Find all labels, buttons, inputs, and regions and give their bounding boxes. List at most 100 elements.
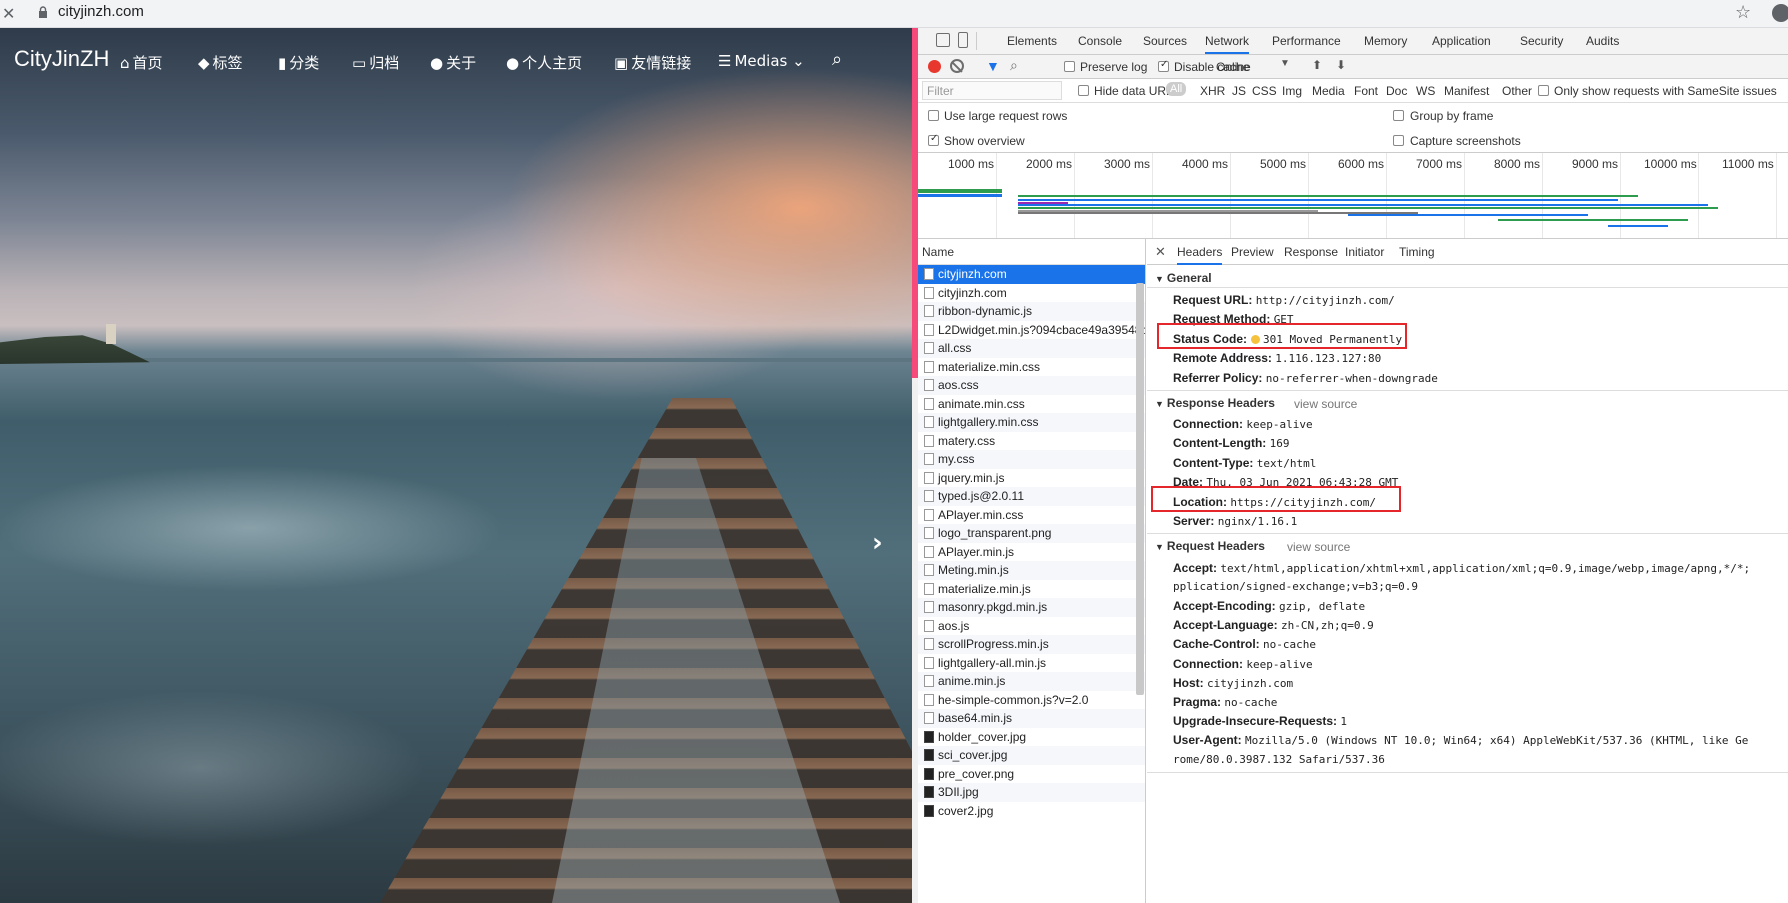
filter-css[interactable]: CSS (1252, 84, 1277, 98)
preserve-log-checkbox[interactable] (1064, 61, 1075, 72)
bookmark-star-icon[interactable]: ☆ (1735, 2, 1751, 23)
nav-homepage[interactable]: ● 个人主页 (506, 52, 582, 73)
import-har-icon[interactable]: ⬆ (1312, 58, 1322, 72)
tab-sources[interactable]: Sources (1143, 34, 1187, 48)
view-source-link[interactable]: view source (1287, 540, 1350, 554)
filter-icon[interactable]: ▼ (986, 58, 1000, 74)
request-row[interactable]: he-simple-common.js?v=2.0 (918, 691, 1145, 710)
tab-network[interactable]: Network (1205, 34, 1250, 54)
request-row[interactable]: Meting.min.js (918, 561, 1145, 580)
profile-avatar[interactable] (1772, 4, 1788, 22)
filter-manifest[interactable]: Manifest (1444, 84, 1489, 98)
filter-js[interactable]: JS (1232, 84, 1246, 98)
request-row[interactable]: aos.js (918, 617, 1145, 636)
nav-tags[interactable]: ◆ 标签 (198, 52, 243, 73)
request-row[interactable]: APlayer.min.css (918, 506, 1145, 525)
request-row[interactable]: cityjinzh.com (918, 265, 1145, 284)
scrollbar[interactable] (1136, 283, 1144, 695)
inspect-element-icon[interactable] (936, 33, 950, 47)
tab-elements[interactable]: Elements (1007, 34, 1057, 48)
tab-memory[interactable]: Memory (1364, 34, 1407, 48)
request-row[interactable]: all.css (918, 339, 1145, 358)
filter-all[interactable]: All (1166, 82, 1187, 96)
tab-audits[interactable]: Audits (1586, 34, 1619, 48)
nav-friend-links[interactable]: ▣ 友情链接 (614, 52, 691, 73)
filter-other[interactable]: Other (1502, 84, 1532, 98)
nav-home[interactable]: ⌂ 首页 (120, 52, 163, 73)
request-row[interactable]: holder_cover.jpg (918, 728, 1145, 747)
tab-response[interactable]: Response (1284, 245, 1338, 259)
nav-categories[interactable]: ▮ 分类 (278, 52, 319, 73)
group-by-frame-checkbox[interactable] (1393, 110, 1404, 121)
request-row[interactable]: materialize.min.css (918, 358, 1145, 377)
general-section-header[interactable]: ▼ General (1155, 271, 1212, 285)
filter-xhr[interactable]: XHR (1200, 84, 1225, 98)
header-row: Cache-Control: no-cache (1173, 637, 1316, 651)
tab-performance[interactable]: Performance (1272, 34, 1341, 48)
export-har-icon[interactable]: ⬇ (1336, 58, 1346, 72)
search-icon[interactable]: ⌕ (832, 49, 842, 70)
device-toolbar-icon[interactable] (958, 32, 968, 48)
request-row[interactable]: logo_transparent.png (918, 524, 1145, 543)
request-row[interactable]: anime.min.js (918, 672, 1145, 691)
tab-console[interactable]: Console (1078, 34, 1122, 48)
tab-application[interactable]: Application (1432, 34, 1491, 48)
tab-initiator[interactable]: Initiator (1345, 245, 1384, 259)
name-column-header[interactable]: Name (918, 239, 1145, 265)
filter-img[interactable]: Img (1282, 84, 1302, 98)
network-overview[interactable]: 1000 ms 2000 ms 3000 ms 4000 ms 5000 ms … (918, 153, 1788, 239)
request-row[interactable]: typed.js@2.0.11 (918, 487, 1145, 506)
request-row[interactable]: masonry.pkgd.min.js (918, 598, 1145, 617)
request-row[interactable]: scrollProgress.min.js (918, 635, 1145, 654)
tab-headers[interactable]: Headers (1177, 245, 1223, 265)
request-row[interactable]: APlayer.min.js (918, 543, 1145, 562)
view-source-link[interactable]: view source (1294, 397, 1357, 411)
tab-timing[interactable]: Timing (1399, 245, 1435, 259)
filter-doc[interactable]: Doc (1386, 84, 1407, 98)
response-headers-section-header[interactable]: ▼ Response Headers (1155, 396, 1275, 410)
request-row[interactable]: ribbon-dynamic.js (918, 302, 1145, 321)
tab-security[interactable]: Security (1520, 34, 1563, 48)
nav-medias[interactable]: ☰ Medias ⌄ (718, 52, 805, 70)
filter-media[interactable]: Media (1312, 84, 1345, 98)
request-row[interactable]: lightgallery.min.css (918, 413, 1145, 432)
request-row[interactable]: lightgallery-all.min.js (918, 654, 1145, 673)
request-row[interactable]: cityjinzh.com (918, 284, 1145, 303)
site-brand[interactable]: CityJinZH (14, 46, 109, 72)
disable-cache-checkbox[interactable] (1158, 59, 1169, 72)
url-text[interactable]: cityjinzh.com (58, 3, 144, 20)
request-row[interactable]: jquery.min.js (918, 469, 1145, 488)
nav-about[interactable]: ● 关于 (430, 52, 476, 73)
capture-screenshots-checkbox[interactable] (1393, 135, 1404, 146)
request-row[interactable]: L2Dwidget.min.js?094cbace49a39548bed6 (918, 321, 1145, 340)
request-headers-section-header[interactable]: ▼ Request Headers (1155, 539, 1265, 553)
close-icon[interactable]: ✕ (2, 4, 15, 23)
samesite-checkbox[interactable] (1538, 85, 1549, 96)
close-icon[interactable]: ✕ (1155, 244, 1166, 260)
large-rows-checkbox[interactable] (928, 110, 939, 121)
request-row[interactable]: my.css (918, 450, 1145, 469)
carousel-next-icon[interactable]: › (872, 528, 883, 558)
nav-archive[interactable]: ▭ 归档 (352, 52, 399, 73)
hide-data-urls-checkbox[interactable] (1078, 85, 1089, 96)
tab-preview[interactable]: Preview (1231, 245, 1274, 259)
address-bar[interactable]: ✕ cityjinzh.com ☆ (0, 0, 1788, 28)
clear-icon[interactable] (950, 59, 964, 73)
request-row[interactable]: materialize.min.js (918, 580, 1145, 599)
show-overview-checkbox[interactable] (928, 133, 939, 146)
request-row[interactable]: aos.css (918, 376, 1145, 395)
request-row[interactable]: animate.min.css (918, 395, 1145, 414)
chevron-down-icon[interactable]: ▼ (1280, 58, 1290, 69)
request-row[interactable]: base64.min.js (918, 709, 1145, 728)
request-row[interactable]: sci_cover.jpg (918, 746, 1145, 765)
throttle-select[interactable]: Online (1216, 60, 1251, 74)
record-button[interactable] (928, 60, 941, 73)
request-row[interactable]: pre_cover.png (918, 765, 1145, 784)
request-row[interactable]: matery.css (918, 432, 1145, 451)
filter-ws[interactable]: WS (1416, 84, 1435, 98)
filter-font[interactable]: Font (1354, 84, 1378, 98)
filter-input[interactable]: Filter (922, 81, 1062, 100)
request-row[interactable]: 3DIl.jpg (918, 783, 1145, 802)
request-row[interactable]: cover2.jpg (918, 802, 1145, 821)
search-icon[interactable]: ⌕ (1010, 57, 1018, 74)
